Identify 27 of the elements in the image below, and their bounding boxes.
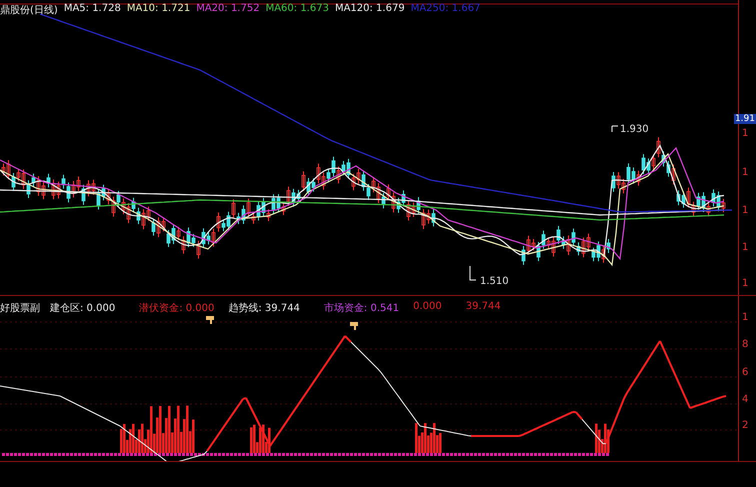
- current-price-label: 1.91: [734, 114, 756, 124]
- indicator-value-label: 趋势线: 39.744: [228, 302, 300, 315]
- axis-tick-label: 1: [742, 312, 748, 323]
- ma-value-label: MA120: 1.679: [334, 3, 405, 16]
- indicator-title: 好股票副: [0, 302, 40, 315]
- ma-value-label: MA60: 1.673: [266, 3, 329, 16]
- indicator-value-label: 潜伏资金: 0.000: [139, 302, 214, 315]
- ma-value-label: MA5: 1.728: [64, 3, 121, 16]
- price-annotation: 1.930: [620, 124, 649, 135]
- axis-tick-label: 1: [742, 128, 748, 139]
- axis-tick-label: 1: [742, 167, 748, 178]
- indicator-value-label: 市场资金: 0.541: [324, 302, 400, 315]
- axis-tick-label: 1: [742, 278, 748, 289]
- axis-tick-label: 1: [742, 242, 748, 253]
- axis-tick-label: 8: [742, 339, 748, 350]
- stock-title: 鼎股份(日线): [0, 4, 58, 17]
- axis-tick-label: 1: [742, 205, 748, 216]
- ma-value-label: MA250: 1.667: [410, 3, 480, 16]
- ma-value-label: MA20: 1.752: [196, 3, 260, 16]
- price-annotation: 1.510: [480, 276, 509, 287]
- axis-tick-label: 4: [742, 394, 748, 405]
- axis-tick-label: 2: [742, 420, 748, 431]
- indicator-value-label: 39.744: [466, 301, 501, 314]
- ma-value-label: MA10: 1.721: [126, 3, 190, 16]
- indicator-value-label: 0.000: [413, 301, 442, 314]
- indicator-value-label: 建仓区: 0.000: [50, 302, 116, 315]
- axis-tick-label: 6: [742, 367, 748, 378]
